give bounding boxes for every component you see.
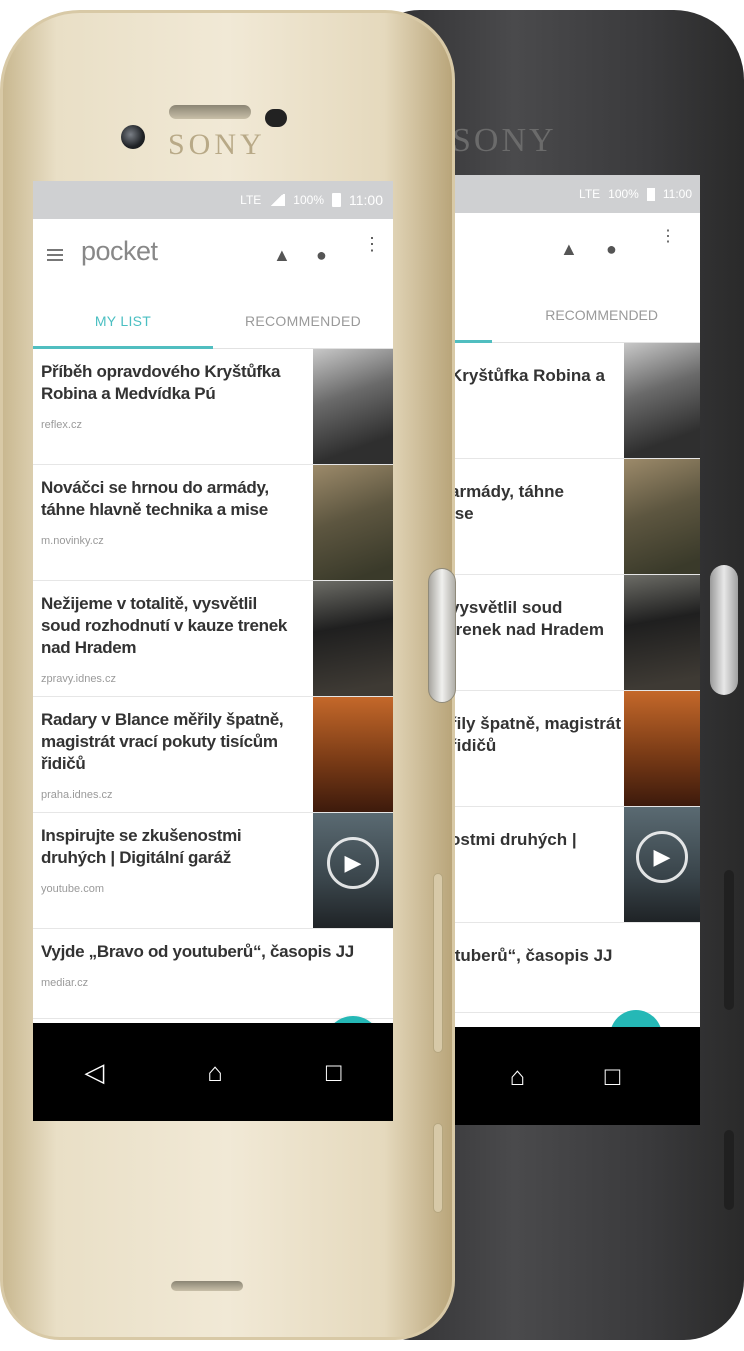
phone-screen: LTE 100% 11:00 pocket ▲ ● ⋮ MY LIST RECO… (33, 181, 393, 1121)
article-thumbnail (313, 349, 393, 464)
article-title: Nováčci se hrnou do armády, táhne hlavně… (41, 478, 269, 519)
list-item[interactable]: ostmi druhých | ▶ (450, 807, 700, 923)
list-item[interactable]: ituberů“, časopis JJ (450, 923, 700, 1013)
article-title: Radary v Blance měřily špatně, magistrát… (41, 710, 284, 773)
person-icon[interactable]: ● (316, 245, 327, 266)
article-title: armády, táhne ise (450, 482, 565, 523)
battery-text: 100% (293, 193, 324, 207)
list-item[interactable]: Příběh opravdového Kryštůfka Robina a Me… (33, 349, 393, 465)
article-domain: mediar.cz (41, 977, 89, 989)
battery-icon (646, 187, 655, 201)
battery-text: 100% (608, 187, 639, 201)
brand-logo: SONY (168, 128, 266, 161)
article-title: Inspirujte se zkušenostmi druhých | Digi… (41, 826, 242, 867)
menu-icon[interactable] (47, 249, 63, 261)
back-icon[interactable]: ◁ (84, 1057, 104, 1088)
brand-logo-back: SONY (452, 122, 557, 159)
tab-recommended[interactable]: RECOMMENDED (545, 307, 658, 323)
recents-icon[interactable]: □ (605, 1061, 621, 1092)
play-icon[interactable]: ▶ (327, 837, 379, 889)
article-domain: youtube.com (41, 883, 104, 895)
signal-icon (269, 194, 286, 206)
camera-button (724, 1130, 734, 1210)
app-title: pocket (81, 236, 158, 266)
tab-bar: MY LIST RECOMMENDED (33, 294, 393, 349)
nav-bar: ◁ ⌂ □ (33, 1023, 393, 1121)
more-vert-icon[interactable]: ⋮ (363, 235, 381, 253)
recents-icon[interactable]: □ (326, 1057, 342, 1088)
list-item[interactable]: Kryštůfka Robina a (450, 343, 700, 459)
article-title: Kryštůfka Robina a (450, 366, 605, 385)
volume-rocker (433, 873, 443, 1053)
article-title: řily špatně, magistrát řidičů (450, 714, 622, 755)
back-article-list: Kryštůfka Robina a armády, táhne ise vys… (450, 343, 700, 1013)
lte-indicator: LTE (240, 193, 262, 207)
article-domain: m.novinky.cz (41, 535, 104, 547)
list-item[interactable]: řily špatně, magistrát řidičů (450, 691, 700, 807)
app-bar: pocket ▲ ● ⋮ (33, 219, 393, 294)
tab-my-list[interactable]: MY LIST (33, 294, 213, 348)
app-bar: ▲ ● ⋮ (450, 213, 700, 288)
article-title: Vyjde „Bravo od youtuberů“, časopis JJ (41, 942, 354, 961)
article-thumbnail: ▶ (624, 807, 700, 922)
status-time: 11:00 (662, 187, 692, 201)
nav-bar: ⌂ □ (450, 1027, 700, 1125)
article-thumbnail (313, 697, 393, 812)
status-time: 11:00 (349, 192, 383, 208)
article-thumbnail: ▶ (313, 813, 393, 928)
back-phone-screen: LTE 100% 11:00 ▲ ● ⋮ RECOMMENDED Kryštůf… (450, 175, 700, 1125)
more-vert-icon[interactable]: ⋮ (660, 229, 676, 245)
list-item[interactable]: Inspirujte se zkušenostmi druhých | Digi… (33, 813, 393, 929)
article-thumbnail (624, 343, 700, 458)
power-button (710, 565, 738, 695)
home-icon[interactable]: ⌂ (510, 1061, 526, 1092)
article-title: ituberů“, časopis JJ (450, 946, 613, 965)
bell-icon[interactable]: ▲ (273, 245, 291, 266)
list-item[interactable]: Nežijeme v totalitě, vysvětlil soud rozh… (33, 581, 393, 697)
bell-icon[interactable]: ▲ (560, 239, 578, 260)
battery-icon (332, 193, 341, 207)
article-domain: zpravy.idnes.cz (41, 673, 116, 685)
list-item[interactable]: vysvětlil soud trenek nad Hradem (450, 575, 700, 691)
article-title: ostmi druhých | (450, 830, 577, 849)
person-icon[interactable]: ● (606, 239, 617, 260)
lte-indicator: LTE (579, 187, 601, 201)
list-item[interactable]: Vyjde „Bravo od youtuberů“, časopis JJ m… (33, 929, 393, 1019)
bottom-speaker (171, 1281, 243, 1291)
home-icon[interactable]: ⌂ (207, 1057, 223, 1088)
list-item[interactable]: Radary v Blance měřily špatně, magistrát… (33, 697, 393, 813)
article-thumbnail (624, 575, 700, 690)
article-title: Příběh opravdového Kryštůfka Robina a Me… (41, 362, 281, 403)
article-title: Nežijeme v totalitě, vysvětlil soud rozh… (41, 594, 288, 657)
article-list: Příběh opravdového Kryštůfka Robina a Me… (33, 349, 393, 1019)
status-bar: LTE 100% 11:00 (33, 181, 393, 219)
camera-button (433, 1123, 443, 1213)
status-bar: LTE 100% 11:00 (450, 175, 700, 213)
article-thumbnail (624, 459, 700, 574)
front-camera (121, 125, 145, 149)
article-domain: praha.idnes.cz (41, 789, 113, 801)
article-thumbnail (624, 691, 700, 806)
list-item[interactable]: armády, táhne ise (450, 459, 700, 575)
power-button (428, 568, 456, 703)
tab-bar: RECOMMENDED (450, 288, 700, 343)
play-icon[interactable]: ▶ (636, 831, 688, 883)
list-item[interactable]: Nováčci se hrnou do armády, táhne hlavně… (33, 465, 393, 581)
article-thumbnail (313, 581, 393, 696)
article-title: vysvětlil soud trenek nad Hradem (450, 598, 604, 639)
proximity-sensor (265, 109, 287, 127)
tab-recommended[interactable]: RECOMMENDED (213, 294, 393, 348)
volume-rocker (724, 870, 734, 1010)
earpiece-speaker (169, 105, 251, 119)
article-thumbnail (313, 465, 393, 580)
front-phone: SONY LTE 100% 11:00 pocket ▲ ● ⋮ MY LIST… (0, 10, 456, 1340)
article-domain: reflex.cz (41, 419, 82, 431)
